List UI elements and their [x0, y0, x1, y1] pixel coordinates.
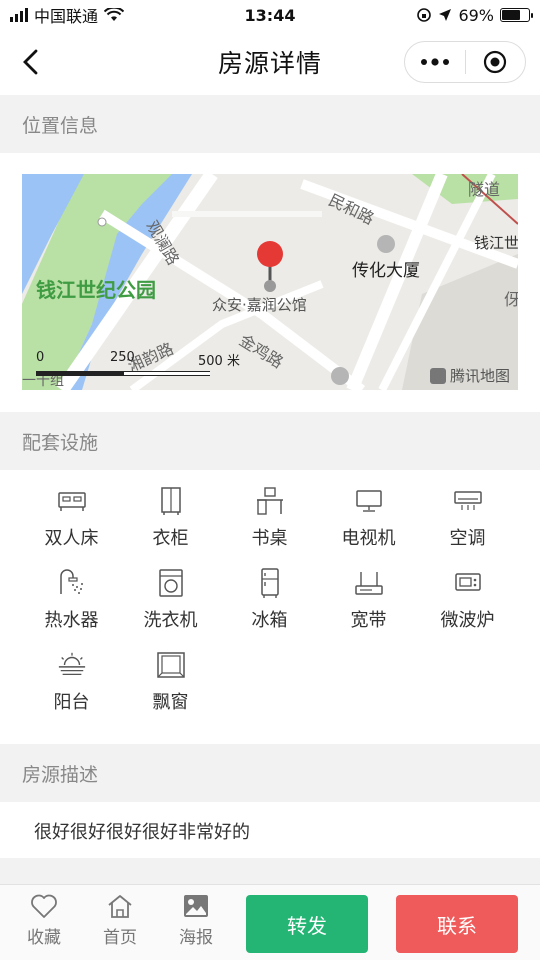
wifi-icon — [104, 8, 125, 21]
status-bar: 中国联通 13:44 69% — [0, 0, 540, 30]
map-logo-icon — [429, 367, 446, 384]
map-marker-label: 众安·嘉润公馆 — [212, 296, 307, 314]
facility-label: 宽带 — [350, 610, 387, 631]
scale-label: 0 — [36, 350, 45, 365]
tab-label: 收藏 — [27, 928, 61, 948]
fridge-icon — [255, 568, 285, 598]
mini-program-capsule — [404, 41, 526, 83]
facility-item: 书桌 — [220, 486, 319, 568]
washing-machine-icon — [156, 568, 186, 598]
map-misc-label: 伢 — [504, 290, 518, 309]
tab-favorite[interactable]: 收藏 — [14, 893, 74, 948]
status-left: 中国联通 — [10, 3, 125, 27]
facility-label: 洗衣机 — [143, 610, 198, 631]
facility-item: 微波炉 — [418, 568, 517, 650]
tab-label: 海报 — [179, 928, 213, 948]
facility-label: 冰箱 — [251, 610, 288, 631]
facilities-grid: 双人床 衣柜 书桌 电视机 空调 热水器 洗衣机 冰箱 宽带 微波炉 阳台 飘窗 — [22, 486, 518, 732]
page-title: 房源详情 — [217, 49, 322, 78]
map-park-label: 钱江世纪公园 — [36, 278, 156, 302]
description-text: 很好很好很好很好非常好的 — [34, 822, 250, 843]
facility-item: 冰箱 — [220, 568, 319, 650]
facility-item: 飘窗 — [121, 650, 220, 732]
location-map[interactable]: 钱江世纪公园 众安·嘉润公馆 传化大厦 钱江世 民和路 观澜路 金鸡路 湘韵路 … — [22, 174, 518, 390]
facility-item: 热水器 — [22, 568, 121, 650]
balcony-icon — [57, 650, 87, 680]
air-conditioner-icon — [453, 486, 483, 516]
facility-item: 双人床 — [22, 486, 121, 568]
section-location-header: 位置信息 — [0, 95, 540, 153]
tab-poster[interactable]: 海报 — [166, 893, 226, 948]
map-brand: 腾讯地图 — [429, 365, 510, 386]
facility-label: 书桌 — [251, 528, 288, 549]
back-button[interactable] — [12, 44, 48, 80]
more-button[interactable] — [405, 42, 465, 82]
facility-label: 热水器 — [44, 610, 99, 631]
map-scale: 0 250 500 米 — [36, 350, 240, 376]
facility-label: 空调 — [449, 528, 486, 549]
facility-item: 洗衣机 — [121, 568, 220, 650]
heart-icon — [31, 894, 57, 918]
section-spacer — [0, 858, 540, 884]
contact-button[interactable]: 联系 — [396, 895, 518, 953]
tv-icon — [354, 486, 384, 516]
map-brand-label: 腾讯地图 — [449, 367, 510, 385]
share-button[interactable]: 转发 — [246, 895, 368, 953]
map-poi-label-2: 钱江世 — [474, 234, 518, 252]
double-bed-icon — [57, 486, 87, 516]
facility-item: 电视机 — [319, 486, 418, 568]
facility-label: 阳台 — [53, 692, 90, 713]
home-icon — [108, 895, 132, 918]
section-description-header: 房源描述 — [0, 744, 540, 802]
scale-label: 250 — [110, 350, 135, 365]
facility-item: 衣柜 — [121, 486, 220, 568]
image-icon — [184, 895, 208, 917]
more-dots-icon — [420, 58, 449, 66]
back-arrow-icon — [23, 49, 38, 75]
wardrobe-icon — [156, 486, 186, 516]
microwave-icon — [453, 568, 483, 598]
desk-icon — [255, 486, 285, 516]
battery-fill — [502, 10, 520, 20]
status-right: 69% — [416, 5, 533, 25]
map-road-label: 隧道 — [468, 180, 501, 199]
scale-bar — [36, 371, 210, 376]
signal-icon — [10, 8, 28, 22]
facility-label: 电视机 — [341, 528, 396, 549]
bay-window-icon — [156, 650, 186, 680]
tab-home[interactable]: 首页 — [90, 893, 150, 948]
facility-item: 空调 — [418, 486, 517, 568]
facility-item: 宽带 — [319, 568, 418, 650]
location-arrow-icon — [439, 9, 452, 21]
rotation-lock-icon — [417, 8, 432, 22]
facility-label: 衣柜 — [152, 528, 189, 549]
carrier-name: 中国联通 — [34, 7, 99, 26]
router-icon — [354, 568, 384, 598]
facility-label: 飘窗 — [152, 692, 189, 713]
facility-label: 微波炉 — [440, 610, 495, 631]
bottom-action-bar: 收藏 首页 海报 转发 联系 — [0, 884, 540, 960]
water-heater-icon — [57, 568, 87, 598]
facility-label: 双人床 — [44, 528, 99, 549]
battery-icon — [500, 8, 533, 22]
battery-percent: 69% — [458, 5, 494, 25]
section-facilities-header: 配套设施 — [0, 412, 540, 470]
nav-bar: 房源详情 — [0, 30, 540, 94]
facility-item: 阳台 — [22, 650, 121, 732]
tab-label: 首页 — [103, 928, 137, 948]
close-miniprogram-button[interactable] — [466, 42, 526, 82]
scale-label: 500 米 — [198, 354, 240, 369]
target-close-icon — [484, 50, 507, 74]
map-poi-label: 传化大厦 — [352, 261, 420, 281]
